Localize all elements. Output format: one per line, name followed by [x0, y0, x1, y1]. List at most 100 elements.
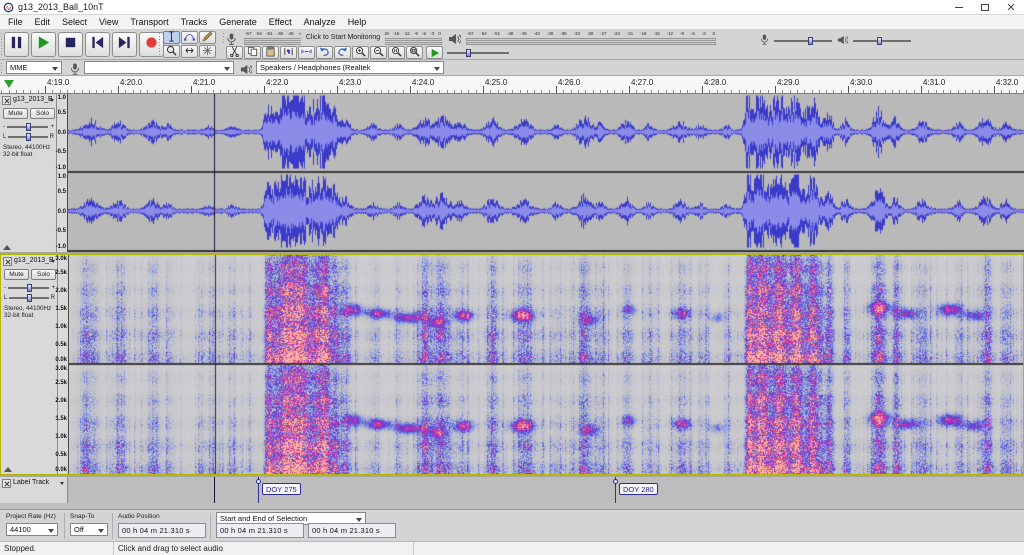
timeline-pin-icon[interactable]	[4, 80, 14, 88]
maximize-button[interactable]	[972, 0, 998, 15]
zoom-selection-button[interactable]	[388, 46, 405, 59]
slider-thumb[interactable]	[27, 294, 32, 302]
collapse-button[interactable]	[3, 245, 11, 250]
timeline-ruler[interactable]: 4:19.04:20.04:21.04:22.04:23.04:24.04:25…	[0, 76, 1024, 94]
mute-button[interactable]: Mute	[3, 108, 28, 119]
zoom-tool-button[interactable]	[163, 45, 180, 58]
track-name-menu[interactable]: g13_2013_B	[14, 257, 56, 267]
slider-thumb[interactable]	[877, 37, 882, 45]
track-name-menu[interactable]: g13_2013_B	[13, 96, 55, 106]
toolbar-grip[interactable]	[158, 32, 161, 57]
menu-effect[interactable]: Effect	[263, 16, 298, 28]
label-track-content[interactable]: DOY 275 DOY 280	[68, 477, 1024, 503]
zoom-out-button[interactable]	[370, 46, 387, 59]
gain-slider[interactable]: - +	[2, 283, 57, 292]
close-button[interactable]	[998, 0, 1024, 15]
label-handle[interactable]	[613, 479, 618, 484]
copy-button[interactable]	[244, 46, 261, 59]
playback-meter[interactable]: -57-54-51-48-45-42-39-36-33-30-27-24-21-…	[466, 31, 716, 45]
silence-button[interactable]	[298, 46, 315, 59]
recording-volume-slider[interactable]	[774, 40, 832, 42]
edit-toolbar	[226, 46, 423, 59]
timeline-tick	[687, 90, 688, 93]
paste-button[interactable]	[262, 46, 279, 59]
transport-pause-button[interactable]	[4, 32, 29, 57]
zoom-fit-button[interactable]	[406, 46, 423, 59]
menu-view[interactable]: View	[93, 16, 124, 28]
selection-end-field[interactable]: 00 h 04 m 21.310 s	[308, 523, 396, 538]
transport-skip-end-button[interactable]	[112, 32, 137, 57]
multi-tool-button[interactable]	[199, 45, 216, 58]
recording-device-select[interactable]	[84, 61, 234, 74]
slider-thumb[interactable]	[26, 123, 31, 131]
gain-groove[interactable]	[7, 126, 48, 128]
timeline-tick	[563, 90, 564, 93]
menu-file[interactable]: File	[2, 16, 29, 28]
menu-select[interactable]: Select	[56, 16, 93, 28]
timeline-tick	[768, 90, 769, 93]
pan-groove[interactable]	[9, 297, 48, 299]
solo-button[interactable]: Solo	[31, 269, 56, 280]
slider-thumb[interactable]	[27, 284, 32, 292]
solo-button[interactable]: Solo	[30, 108, 55, 119]
play-speed-slider[interactable]	[447, 52, 509, 54]
track-close-button[interactable]	[2, 479, 11, 488]
audio-position-field[interactable]: 00 h 04 m 21.310 s	[118, 523, 206, 538]
track-close-button[interactable]	[3, 257, 12, 266]
menu-generate[interactable]: Generate	[213, 16, 263, 28]
minimize-button[interactable]	[946, 0, 972, 15]
cut-button[interactable]	[226, 46, 243, 59]
project-rate-select[interactable]: 44100	[6, 523, 58, 536]
selection-start-field[interactable]: 00 h 04 m 21.310 s	[216, 523, 304, 538]
menu-tracks[interactable]: Tracks	[175, 16, 214, 28]
label-handle[interactable]	[256, 479, 261, 484]
transport-stop-button[interactable]	[58, 32, 83, 57]
pan-groove[interactable]	[8, 136, 47, 138]
track-close-button[interactable]	[2, 96, 11, 105]
waveform-canvas[interactable]	[68, 94, 1024, 252]
toolbar-grip[interactable]	[222, 32, 225, 45]
audio-host-select[interactable]: MME	[6, 61, 62, 74]
toolbar-row2	[226, 45, 1024, 60]
track-control-panel: g13_2013_B Mute Solo - + L R Stereo, 441…	[1, 255, 58, 474]
menu-help[interactable]: Help	[342, 16, 373, 28]
pan-slider[interactable]: L R	[1, 132, 56, 141]
play-at-speed-button[interactable]	[426, 46, 443, 59]
label-text[interactable]: DOY 280	[619, 483, 658, 495]
toolbar-grip[interactable]	[0, 62, 3, 74]
playback-device-select[interactable]: Speakers / Headphones (Realtek	[256, 61, 444, 74]
collapse-button[interactable]	[4, 467, 12, 472]
timeline-tick	[651, 90, 652, 93]
toolbar-grip[interactable]	[0, 32, 3, 57]
timeline-tick	[804, 90, 805, 93]
track-name-menu[interactable]: Label Track	[13, 479, 65, 489]
menu-edit[interactable]: Edit	[29, 16, 57, 28]
menu-analyze[interactable]: Analyze	[298, 16, 342, 28]
undo-button[interactable]	[316, 46, 333, 59]
pan-slider[interactable]: L R	[2, 293, 57, 302]
label-track: Label Track DOY 275 DOY 280	[0, 477, 1024, 503]
timeshift-tool-button[interactable]	[181, 45, 198, 58]
trim-button[interactable]	[280, 46, 297, 59]
ruler-value: 2.5k	[55, 380, 67, 386]
slider-thumb[interactable]	[26, 133, 31, 141]
mute-button[interactable]: Mute	[4, 269, 29, 280]
menu-transport[interactable]: Transport	[124, 16, 174, 28]
copy-icon	[247, 44, 258, 62]
snap-to-select[interactable]: Off	[70, 523, 108, 536]
slider-thumb[interactable]	[466, 49, 471, 57]
playback-volume-slider[interactable]	[853, 40, 911, 42]
spectrogram-canvas[interactable]	[69, 255, 1023, 474]
gain-groove[interactable]	[8, 287, 49, 289]
slider-thumb[interactable]	[808, 37, 813, 45]
timeline-tick	[644, 90, 645, 93]
transport-play-button[interactable]	[31, 32, 56, 57]
zoom-in-button[interactable]	[352, 46, 369, 59]
transport-skip-start-button[interactable]	[85, 32, 110, 57]
redo-button[interactable]	[334, 46, 351, 59]
label-text[interactable]: DOY 275	[262, 483, 301, 495]
timeline-tick	[176, 90, 177, 93]
gain-slider[interactable]: - +	[1, 122, 56, 131]
track-content	[68, 94, 1024, 252]
timeshift-tool-icon	[184, 43, 195, 61]
